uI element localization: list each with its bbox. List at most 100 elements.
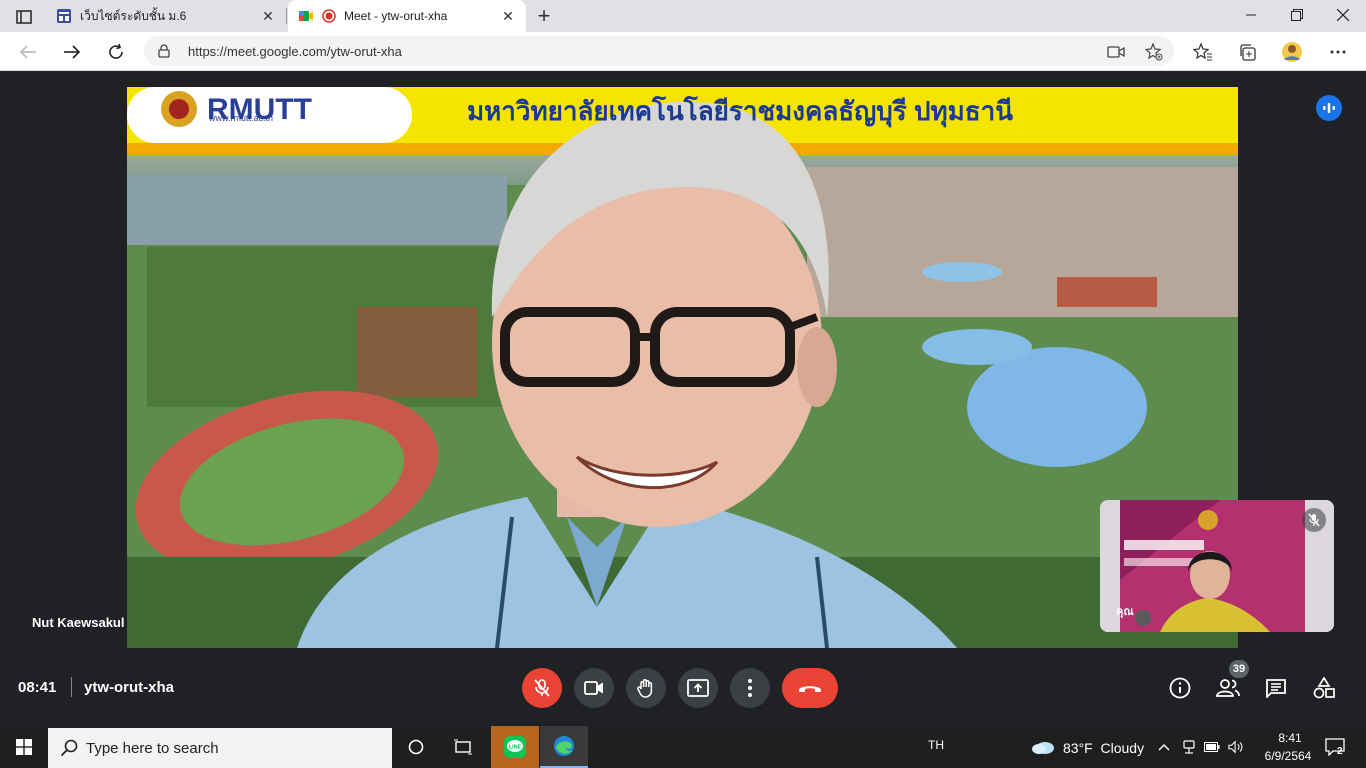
- star-add-icon: [1145, 43, 1163, 61]
- edge-browser-icon: [554, 736, 574, 756]
- meeting-details-button[interactable]: [1167, 675, 1193, 701]
- cortana-button[interactable]: [400, 726, 432, 768]
- camera-permission-button[interactable]: [1106, 44, 1126, 60]
- browser-toolbar: https://meet.google.com/ytw-orut-xha: [0, 32, 1366, 71]
- show-everyone-button[interactable]: [1215, 675, 1241, 701]
- notification-count: 2: [1337, 746, 1343, 757]
- windows-taskbar: Type here to search LINE TH 83°F Cloudy …: [0, 726, 1366, 768]
- meet-stage: RMUTT www.rmutt.ac.th มหาวิทยาลัยเทคโนโล…: [0, 71, 1366, 725]
- speaker-video-feed: [127, 87, 1238, 648]
- site-favicon-icon: [57, 9, 71, 23]
- activities-button[interactable]: [1311, 675, 1337, 701]
- system-clock-date[interactable]: 6/9/2564: [1258, 749, 1318, 763]
- raise-hand-button[interactable]: [626, 668, 666, 708]
- input-language[interactable]: TH: [928, 738, 944, 752]
- browser-tab-strip: เว็บไซต์ระดับชั้น ม.6 ✕ Meet - ytw-orut-…: [0, 0, 1366, 32]
- video-camera-icon: [1107, 46, 1125, 58]
- tab-actions-icon: [16, 10, 32, 24]
- webcam-in-use-icon: [1183, 740, 1195, 754]
- profile-button[interactable]: [1279, 39, 1305, 65]
- tab-meet[interactable]: Meet - ytw-orut-xha ✕: [288, 0, 526, 32]
- collections-icon: [1240, 44, 1256, 61]
- speaker-volume-icon: [1228, 740, 1243, 754]
- toggle-microphone-button[interactable]: [522, 668, 562, 708]
- tab-actions-button[interactable]: [8, 5, 40, 29]
- taskbar-app-edge[interactable]: [540, 726, 588, 768]
- present-screen-icon: [687, 679, 709, 697]
- cloudy-weather-icon: [1032, 742, 1054, 754]
- speaker-name-label: Nut Kaewsakul: [32, 615, 125, 630]
- search-icon: [60, 739, 78, 757]
- battery-button[interactable]: [1204, 739, 1220, 755]
- taskbar-app-line[interactable]: LINE: [491, 726, 539, 768]
- forward-button[interactable]: [58, 38, 86, 66]
- self-mic-status: [1302, 508, 1326, 532]
- windows-logo-icon: [16, 739, 32, 755]
- more-vertical-icon: [748, 679, 752, 697]
- hang-up-icon: [799, 686, 821, 692]
- battery-icon: [1204, 742, 1220, 752]
- close-icon: [1337, 9, 1349, 21]
- refresh-button[interactable]: [102, 38, 130, 66]
- logo-url: www.rmutt.ac.th: [209, 113, 274, 123]
- favorites-icon: [1193, 43, 1212, 61]
- url-text: https://meet.google.com/ytw-orut-xha: [188, 44, 402, 59]
- close-tab-icon[interactable]: ✕: [500, 8, 516, 24]
- recording-icon: [322, 9, 336, 23]
- favorites-button[interactable]: [1190, 39, 1216, 65]
- show-hidden-icons-button[interactable]: [1156, 739, 1172, 755]
- more-horizontal-icon: [1330, 50, 1346, 54]
- tab-divider: [286, 8, 287, 24]
- chat-button[interactable]: [1263, 675, 1289, 701]
- system-clock-time[interactable]: 8:41: [1270, 731, 1310, 745]
- audio-level-icon: [1323, 103, 1335, 113]
- close-window-button[interactable]: [1320, 0, 1366, 30]
- back-button[interactable]: [14, 38, 42, 66]
- taskbar-search-box[interactable]: Type here to search: [48, 728, 392, 768]
- task-view-button[interactable]: [446, 726, 480, 768]
- collections-button[interactable]: [1234, 39, 1260, 65]
- refresh-icon: [109, 43, 123, 59]
- cortana-circle-icon: [408, 739, 424, 755]
- more-options-button[interactable]: [730, 668, 770, 708]
- add-favorite-button[interactable]: [1144, 43, 1164, 61]
- settings-more-button[interactable]: [1325, 39, 1351, 65]
- volume-button[interactable]: [1228, 739, 1244, 755]
- chevron-up-icon: [1158, 744, 1170, 751]
- search-placeholder: Type here to search: [86, 739, 219, 757]
- start-button[interactable]: [0, 726, 48, 768]
- speaking-indicator: [1316, 95, 1342, 121]
- raise-hand-icon: [637, 679, 653, 698]
- meet-tray-button[interactable]: [1181, 739, 1197, 755]
- weather-widget[interactable]: 83°F Cloudy: [1063, 740, 1144, 756]
- mic-off-icon: [1308, 513, 1320, 527]
- video-camera-icon: [584, 681, 603, 695]
- participants-count-badge: 39: [1229, 660, 1249, 678]
- self-video-tile[interactable]: คุณ: [1100, 500, 1334, 632]
- restore-button[interactable]: [1274, 0, 1320, 30]
- restore-icon: [1291, 9, 1303, 21]
- self-name-label: คุณ: [1116, 606, 1134, 618]
- present-screen-button[interactable]: [678, 668, 718, 708]
- banner-title: มหาวิทยาลัยเทคโนโลยีราชมงคลธัญบุรี ปทุมธ…: [467, 96, 1014, 126]
- mic-off-icon: [534, 679, 550, 697]
- lock-icon: [158, 44, 170, 58]
- tab-title: Meet - ytw-orut-xha: [344, 9, 448, 23]
- self-video-feed: [1100, 500, 1334, 632]
- tab-school-website[interactable]: เว็บไซต์ระดับชั้น ม.6 ✕: [46, 0, 286, 32]
- back-arrow-icon: [19, 45, 36, 59]
- main-video-tile[interactable]: RMUTT www.rmutt.ac.th มหาวิทยาลัยเทคโนโล…: [127, 87, 1238, 648]
- address-bar[interactable]: https://meet.google.com/ytw-orut-xha: [144, 36, 1174, 66]
- controls-divider: [71, 677, 72, 697]
- chat-icon: [1266, 679, 1286, 698]
- leave-call-button[interactable]: [782, 668, 838, 708]
- close-tab-icon[interactable]: ✕: [260, 8, 276, 24]
- activities-shapes-icon: [1313, 677, 1335, 699]
- tab-title: เว็บไซต์ระดับชั้น ม.6: [80, 8, 187, 23]
- toggle-camera-button[interactable]: [574, 668, 614, 708]
- line-app-icon: LINE: [504, 736, 526, 758]
- profile-avatar-icon: [1282, 42, 1302, 62]
- minimize-icon: [1246, 14, 1256, 16]
- minimize-button[interactable]: [1228, 0, 1274, 30]
- new-tab-button[interactable]: +: [532, 4, 556, 28]
